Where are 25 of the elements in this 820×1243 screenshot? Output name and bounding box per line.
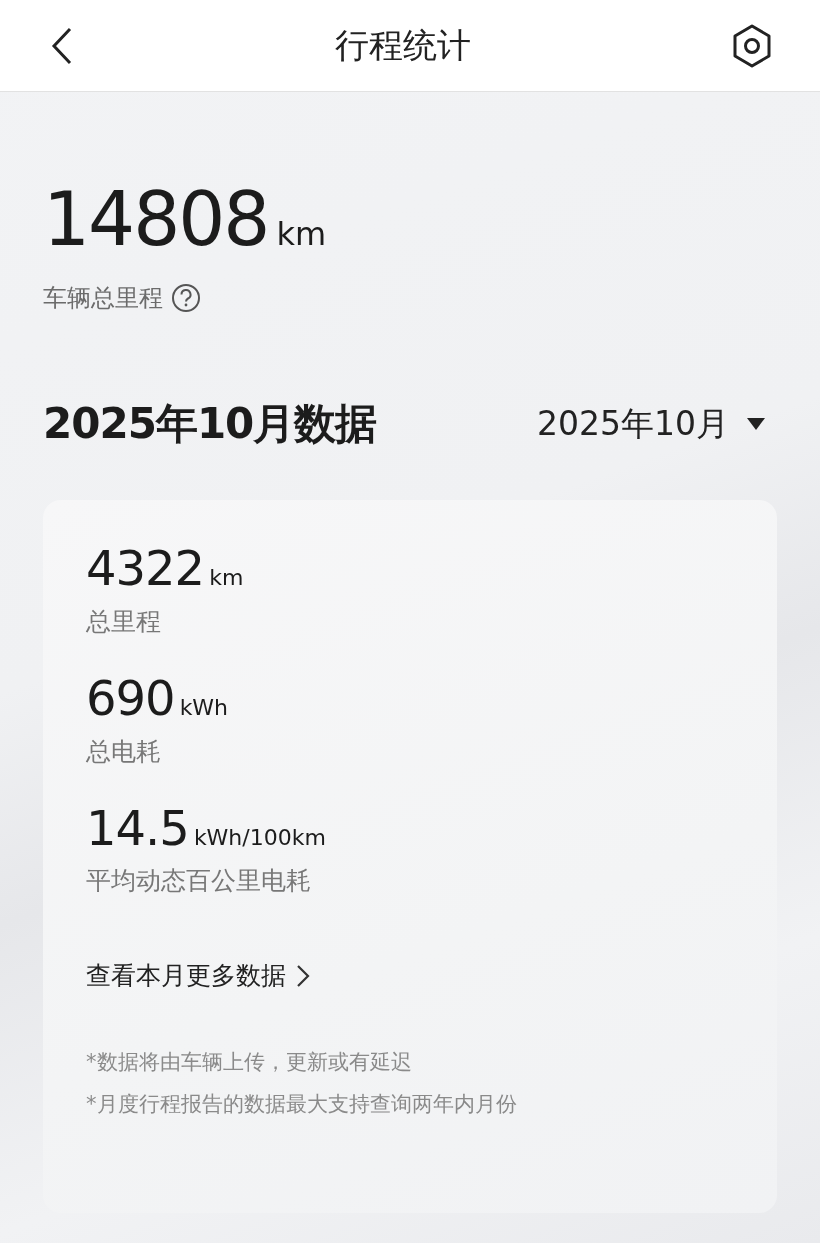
stat-value: 14.5 — [86, 801, 189, 855]
month-picker[interactable]: 2025年10月 — [537, 401, 765, 447]
stat-label: 总电耗 — [86, 735, 162, 768]
stat-label: 平均动态百公里电耗 — [86, 865, 312, 898]
stat-value: 4322 — [86, 542, 205, 595]
stat-label: 总里程 — [86, 605, 162, 638]
stat-unit: kWh — [179, 694, 229, 720]
footnote: *月度行程报告的数据最大支持查询两年内月份 — [86, 1091, 518, 1119]
total-mileage-value: 14808 — [43, 182, 269, 256]
more-data-link[interactable]: 查看本月更多数据 — [86, 959, 734, 993]
total-mileage-label: 车辆总里程 — [43, 283, 163, 314]
back-icon — [50, 26, 74, 65]
footnote: *数据将由车辆上传，更新或有延迟 — [86, 1049, 413, 1077]
caret-icon — [747, 418, 765, 430]
settings-button[interactable] — [732, 23, 772, 68]
help-icon[interactable] — [171, 283, 201, 313]
back-button[interactable] — [50, 26, 74, 65]
chevron-right-icon — [296, 963, 310, 988]
page-title: 行程统计 — [335, 23, 471, 67]
settings-icon — [732, 23, 772, 68]
stat-unit: kWh/100km — [193, 824, 326, 850]
section-title: 2025年10月数据 — [43, 398, 377, 450]
stat-unit: km — [209, 565, 244, 590]
stat-value: 690 — [86, 671, 175, 725]
total-mileage-unit: km — [276, 215, 327, 253]
